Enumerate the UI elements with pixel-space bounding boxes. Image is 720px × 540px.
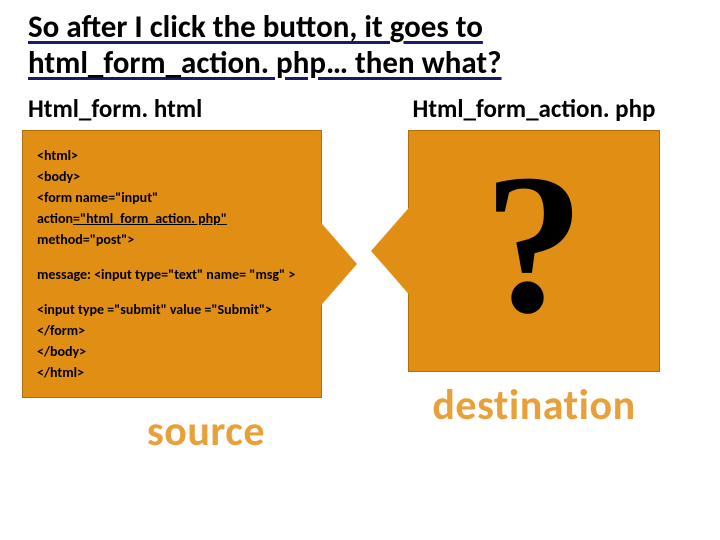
- right-heading: Html_form_action. php: [376, 93, 692, 124]
- slide-title: So after I click the button, it goes to …: [0, 0, 720, 87]
- code-line: <body>: [37, 166, 303, 187]
- right-column: Html_form_action. php ? destination: [370, 87, 698, 457]
- code-line: <form name="input" action="html_form_act…: [37, 187, 303, 250]
- code-line: </form>: [37, 320, 303, 341]
- left-heading: Html_form. html: [28, 93, 344, 124]
- code-line: </html>: [37, 362, 303, 383]
- code-arrow-panel: <html> <body> <form name="input" action=…: [22, 130, 322, 398]
- spacer: [37, 250, 303, 264]
- question-mark: ?: [484, 145, 584, 345]
- code-line: <html>: [37, 145, 303, 166]
- code-line: message: <input type="text" name= "msg" …: [37, 264, 303, 285]
- spacer: [37, 285, 303, 299]
- left-column: Html_form. html <html> <body> <form name…: [22, 87, 350, 457]
- code-line: </body>: [37, 341, 303, 362]
- code-line: <input type ="submit" value ="Submit">: [37, 299, 303, 320]
- destination-label: destination: [370, 380, 698, 431]
- code-fragment-underline: ="html_form_action. php": [73, 210, 227, 227]
- code-fragment: method="post">: [37, 231, 134, 248]
- content-columns: Html_form. html <html> <body> <form name…: [0, 87, 720, 457]
- source-label: source: [62, 406, 350, 457]
- slide: So after I click the button, it goes to …: [0, 0, 720, 540]
- question-arrow-panel: ?: [408, 130, 660, 372]
